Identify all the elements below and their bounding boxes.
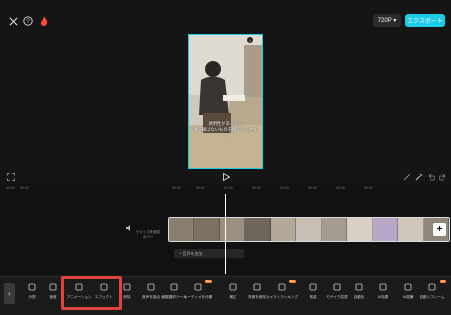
video-clip-track[interactable] xyxy=(168,217,450,242)
tool-translate[interactable]: 編集翻訳ツール xyxy=(161,282,187,308)
remove-bg-icon xyxy=(252,282,262,292)
tool-badge: Pro xyxy=(440,280,446,283)
clip-thumbnail xyxy=(245,218,271,241)
close-icon[interactable] xyxy=(6,14,20,28)
redo-icon[interactable] xyxy=(436,170,450,184)
add-audio-button[interactable]: + 音声を追加 xyxy=(174,249,244,258)
tool-label: AI認識 xyxy=(402,295,414,299)
timeline-ruler: 00:00 00:15 00:00 00:01 00:02 00:03 00:0… xyxy=(0,184,451,192)
ruler-tick: 00:00 xyxy=(172,186,181,190)
split-icon xyxy=(27,282,37,292)
back-button[interactable]: ‹ xyxy=(4,283,15,304)
flame-icon[interactable] xyxy=(37,14,51,28)
tool-label: 自動化 xyxy=(353,295,365,299)
add-clip-button[interactable]: + xyxy=(433,223,446,236)
ruler-tick: 00:04 xyxy=(280,186,289,190)
playhead[interactable] xyxy=(225,194,226,274)
tool-label: 分割 xyxy=(28,295,36,299)
clip-thumbnail xyxy=(194,218,220,241)
playback-controls xyxy=(0,170,451,184)
cover-label[interactable]: クリップを設定 カバー xyxy=(128,230,168,239)
resolution-dropdown[interactable]: 720P ▾ xyxy=(373,14,401,27)
video-frame-image xyxy=(189,35,262,168)
tool-adjust[interactable]: 補正 xyxy=(222,282,244,308)
export-button[interactable]: エクスポート xyxy=(405,14,445,27)
clip-thumbnail xyxy=(219,218,246,241)
tool-ai-effect[interactable]: AI効果 xyxy=(372,282,394,308)
translate-icon xyxy=(169,282,179,292)
volume-icon xyxy=(308,282,318,292)
tool-label: 削除 xyxy=(123,295,131,299)
ruler-tick: 00:15 xyxy=(20,186,29,190)
ruler-tick: 00:07 xyxy=(364,186,373,190)
tool-label: 音量 xyxy=(309,295,317,299)
ai-recognition-icon xyxy=(403,282,413,292)
ruler-tick: 00:02 xyxy=(224,186,233,190)
play-icon[interactable] xyxy=(219,170,233,184)
tool-label: カメラトラッキング xyxy=(265,295,299,299)
reframe-icon xyxy=(427,282,437,292)
clip-thumbnail xyxy=(398,218,424,241)
help-icon[interactable]: ? xyxy=(21,14,35,28)
clip-thumbnail xyxy=(347,218,373,241)
speed-icon xyxy=(48,282,58,292)
tool-split[interactable]: 分割 xyxy=(21,282,43,308)
extract-audio-icon xyxy=(146,282,156,292)
tool-badge: New xyxy=(204,280,212,283)
tool-label: オーディオを分離 xyxy=(183,295,213,299)
fullscreen-icon[interactable] xyxy=(4,170,18,184)
clip-thumbnail xyxy=(321,218,348,241)
clip-thumbnail xyxy=(372,218,399,241)
tool-label: 音声を抽出 xyxy=(142,295,160,299)
tool-camera-tracking[interactable]: カメラトラッキング New xyxy=(266,280,298,308)
delete-icon xyxy=(122,282,132,292)
crop-icon xyxy=(354,282,364,292)
tool-reframe[interactable]: 自動リフレーム Pro xyxy=(419,280,446,308)
clip-thumbnail xyxy=(270,218,297,241)
tool-label: 補正 xyxy=(229,295,237,299)
video-subtitle: 透明性があるから 違う線ばないものを確認して見ます xyxy=(193,121,258,138)
adjust-icon xyxy=(228,282,238,292)
ruler-tick: 00:00 xyxy=(6,186,15,190)
tool-label: モザイク変更 xyxy=(326,295,348,299)
tool-label: AI効果 xyxy=(377,295,389,299)
ruler-tick: 00:03 xyxy=(252,186,261,190)
tool-extract-audio[interactable]: 音声を抽出 xyxy=(140,282,162,308)
tool-remove-bg[interactable]: 背景を削除 xyxy=(246,282,268,308)
camera-tracking-icon xyxy=(277,282,287,292)
ruler-tick: 00:05 xyxy=(308,186,317,190)
ruler-tick: 00:06 xyxy=(336,186,345,190)
tool-mosaic[interactable]: モザイク変更 xyxy=(326,282,348,308)
separate-audio-icon xyxy=(193,282,203,292)
ai-effect-icon xyxy=(378,282,388,292)
highlight-box xyxy=(61,276,122,310)
tool-separate-audio[interactable]: オーディオを分離 New xyxy=(184,280,212,308)
mosaic-icon xyxy=(332,282,342,292)
tiktok-icon: ♪ xyxy=(247,37,253,43)
tool-label: 自動リフレーム xyxy=(419,295,445,299)
tool-label: 速度 xyxy=(49,295,57,299)
tool-crop[interactable]: 自動化 xyxy=(348,282,370,308)
tool-volume[interactable]: 音量 xyxy=(302,282,324,308)
tool-badge: New xyxy=(288,280,296,283)
tool-ai-recognition[interactable]: AI認識 xyxy=(397,282,419,308)
clip-thumbnail xyxy=(169,218,195,241)
video-preview[interactable]: 透明性があるから 違う線ばないものを確認して見ます ♪ xyxy=(188,34,263,169)
tool-label: 背景を削除 xyxy=(248,295,266,299)
clip-thumbnail xyxy=(296,218,322,241)
ruler-tick: 00:01 xyxy=(196,186,205,190)
svg-text:?: ? xyxy=(26,19,30,25)
